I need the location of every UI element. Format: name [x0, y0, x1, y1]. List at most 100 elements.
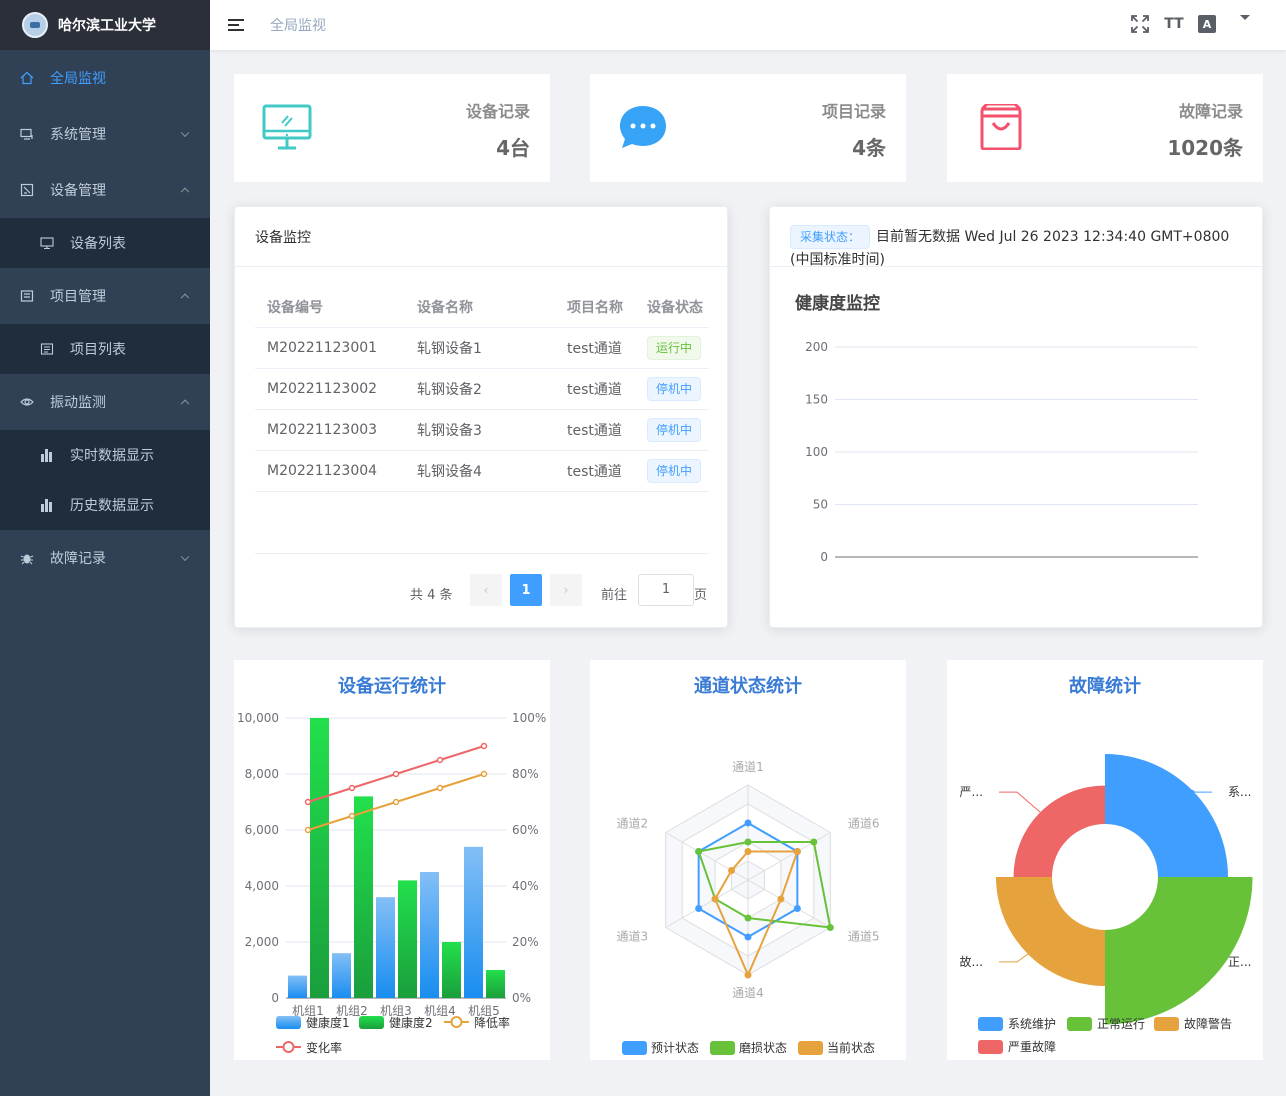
prev-page-button[interactable]: ‹	[470, 574, 502, 606]
y-tick-label: 8,000	[245, 767, 279, 781]
goto-label: 前往	[601, 588, 628, 603]
pagination-total: 共 4 条	[410, 588, 453, 603]
table-row[interactable]: M20221123001 轧钢设备1 test通道 运行中	[255, 327, 709, 369]
page-suffix: 页	[694, 588, 708, 603]
logo[interactable]: 哈尔滨工业大学	[0, 0, 210, 50]
sidebar-item-device[interactable]: 设备管理	[0, 162, 210, 218]
language-icon[interactable]: A	[1198, 15, 1216, 33]
radar-point	[793, 905, 801, 912]
computer-icon	[20, 127, 34, 141]
fullscreen-icon[interactable]	[1130, 14, 1150, 34]
radar-point	[744, 819, 752, 827]
page-jump-input[interactable]: 1	[638, 574, 694, 606]
sidebar-item-label: 实时数据显示	[70, 448, 154, 464]
legend-label: 健康度2	[389, 1015, 433, 1030]
sidebar-item-vibration[interactable]: 振动监测	[0, 374, 210, 430]
stat-card-projects[interactable]: 项目记录 4条	[590, 74, 906, 182]
radar-point	[777, 895, 785, 903]
font-size-icon[interactable]: TT	[1164, 14, 1184, 34]
bar-chart-icon	[40, 498, 54, 512]
cell-project: test通道	[555, 368, 635, 410]
chevron-down-icon	[180, 128, 190, 138]
column-header: 项目名称	[555, 287, 635, 328]
language-icon-glyph: A	[1202, 17, 1212, 31]
caret-down-icon[interactable]	[1240, 14, 1250, 20]
status-badge: 运行中	[647, 335, 702, 360]
cell-name: 轧钢设备4	[405, 450, 555, 492]
chevron-up-icon	[180, 399, 190, 409]
sidebar-item-label: 全局监视	[50, 71, 106, 87]
hamburger-icon[interactable]	[228, 18, 244, 32]
device-monitor-panel: 设备监控 设备编号 设备名称 项目名称 设备状态 M20221123001 轧钢…	[234, 206, 728, 628]
y2-tick-label: 60%	[512, 823, 539, 837]
legend-swatch	[359, 1016, 384, 1029]
legend-swatch	[798, 1041, 823, 1055]
breadcrumb[interactable]: 全局监视	[270, 15, 326, 35]
radar-point	[695, 905, 703, 912]
cell-name: 轧钢设备3	[405, 409, 555, 451]
cell-name: 轧钢设备2	[405, 368, 555, 410]
table-row[interactable]: M20221123004 轧钢设备4 test通道 停机中	[255, 450, 709, 492]
sidebar-item-label: 设备列表	[70, 236, 126, 252]
legend-swatch	[710, 1041, 735, 1055]
sidebar-item-project-list[interactable]: 项目列表	[0, 324, 210, 374]
university-logo-icon	[22, 12, 48, 38]
pie-label-line	[999, 953, 1029, 963]
status-badge: 停机中	[647, 376, 702, 401]
y2-tick-label: 0%	[512, 991, 531, 1005]
stat-card-faults[interactable]: 故障记录 1020条	[947, 74, 1263, 182]
navbar: 全局监视 TT A	[210, 0, 1286, 50]
legend-swatch-dot	[450, 1016, 463, 1028]
table-header-row: 设备编号 设备名称 项目名称 设备状态	[255, 287, 709, 328]
bar-chart-icon	[40, 448, 54, 462]
project-icon	[20, 289, 34, 303]
legend-swatch	[622, 1041, 647, 1055]
line-point	[480, 742, 488, 750]
y-tick-label: 6,000	[245, 823, 279, 837]
sidebar-item-fault[interactable]: 故障记录	[0, 530, 210, 586]
sidebar-item-overview[interactable]: 全局监视	[0, 50, 210, 106]
radar-point	[744, 838, 752, 846]
next-page-button[interactable]: ›	[550, 574, 582, 606]
stat-card-devices[interactable]: 设备记录 4台	[234, 74, 550, 182]
radar-indicator-label: 通道3	[616, 930, 648, 944]
page-number-button[interactable]: 1	[510, 574, 542, 606]
panel-title: 设备监控	[235, 207, 727, 267]
table-row[interactable]: M20221123003 轧钢设备3 test通道 停机中	[255, 409, 709, 451]
radar-indicator-label: 通道4	[732, 986, 764, 1000]
y-tick-label: 200	[805, 340, 828, 354]
bar-chart: 10,000 8,000 6,000 4,000 2,000 0 100% 80% 60% 40%…	[237, 711, 546, 1055]
chevron-up-icon	[180, 293, 190, 303]
bar	[464, 846, 483, 998]
nav-tools: TT A	[1130, 14, 1250, 34]
radar-indicator-label: 通道2	[616, 817, 648, 831]
sidebar-item-label: 振动监测	[50, 395, 106, 411]
cell-status: 停机中	[635, 368, 709, 410]
pie-label: 系...	[1228, 785, 1251, 799]
chevron-up-icon	[180, 187, 190, 197]
cell-status: 停机中	[635, 409, 709, 451]
pie-label: 故...	[960, 954, 983, 969]
stat-label: 项目记录	[821, 102, 886, 121]
sidebar-item-system[interactable]: 系统管理	[0, 106, 210, 162]
radar-point	[695, 848, 703, 855]
legend-label: 故障警告	[1184, 1016, 1232, 1031]
table-row[interactable]: M20221123002 轧钢设备2 test通道 停机中	[255, 368, 709, 410]
stat-label: 故障记录	[1178, 102, 1243, 121]
legend-label: 磨损状态	[739, 1041, 787, 1055]
sidebar-item-realtime[interactable]: 实时数据显示	[0, 430, 210, 480]
legend-label: 变化率	[306, 1040, 342, 1055]
sidebar-item-history[interactable]: 历史数据显示	[0, 480, 210, 530]
stat-value: 1020条	[1167, 136, 1243, 160]
bar	[398, 880, 417, 998]
stat-label: 设备记录	[465, 102, 530, 121]
radar-point	[793, 848, 801, 855]
radar-point	[810, 838, 818, 846]
legend-swatch	[276, 1016, 301, 1029]
sidebar-item-project[interactable]: 项目管理	[0, 268, 210, 324]
column-header: 设备编号	[255, 287, 405, 328]
sidebar-item-label: 项目管理	[50, 289, 106, 305]
sidebar-item-device-list[interactable]: 设备列表	[0, 218, 210, 268]
line-point	[304, 826, 312, 834]
legend-label: 当前状态	[827, 1040, 875, 1055]
